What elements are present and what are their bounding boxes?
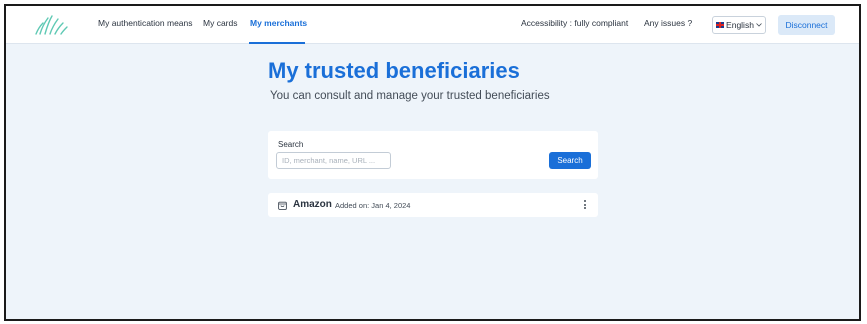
disconnect-button[interactable]: Disconnect <box>778 15 835 35</box>
shopping-bag-icon <box>278 201 287 210</box>
app-window: My authentication means My cards My merc… <box>4 4 861 321</box>
search-panel: Search Search <box>268 131 598 179</box>
search-input[interactable] <box>276 152 391 169</box>
page-title: My trusted beneficiaries <box>268 58 520 83</box>
active-nav-indicator <box>249 42 305 44</box>
merchant-added-date: Added on: Jan 4, 2024 <box>335 201 411 210</box>
nav-my-cards[interactable]: My cards <box>203 18 237 28</box>
page-subtitle: You can consult and manage your trusted … <box>270 90 550 102</box>
accessibility-link[interactable]: Accessibility : fully compliant <box>521 18 628 28</box>
nav-my-authentication-means[interactable]: My authentication means <box>98 18 193 28</box>
chevron-down-icon <box>756 23 762 27</box>
search-button[interactable]: Search <box>549 152 591 169</box>
top-navigation-bar: My authentication means My cards My merc… <box>6 6 859 44</box>
language-label: English <box>726 20 754 30</box>
merchant-name: Amazon <box>293 199 332 210</box>
merchant-list-item[interactable]: Amazon Added on: Jan 4, 2024 <box>268 193 598 217</box>
any-issues-link[interactable]: Any issues ? <box>644 18 692 28</box>
nav-my-merchants[interactable]: My merchants <box>250 18 307 28</box>
search-label: Search <box>278 140 304 149</box>
language-select[interactable]: English <box>712 16 766 34</box>
brand-logo-icon[interactable] <box>34 14 70 36</box>
uk-flag-icon <box>716 22 725 28</box>
more-options-icon[interactable] <box>582 200 588 211</box>
